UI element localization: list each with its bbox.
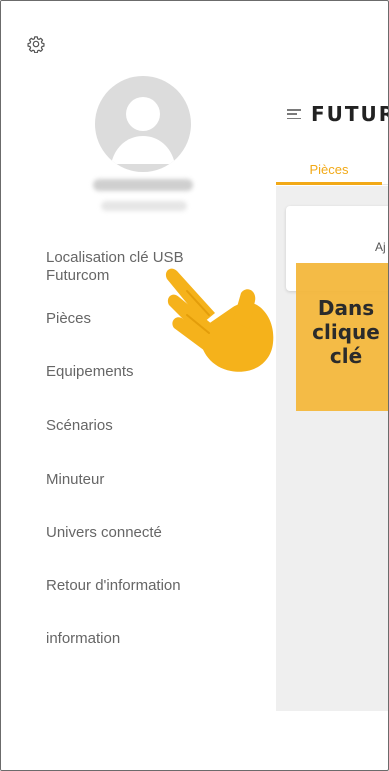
drawer-item-univers-connecte[interactable]: Univers connecté	[46, 524, 162, 542]
user-name-redacted	[93, 179, 193, 191]
help-tooltip-text: Dans clique clé	[312, 296, 380, 368]
gear-icon[interactable]	[27, 35, 45, 53]
hamburger-icon[interactable]	[287, 109, 301, 119]
app-header: FUTUR	[287, 102, 389, 126]
drawer-item-minuteur[interactable]: Minuteur	[46, 471, 104, 489]
drawer-item-scenarios[interactable]: Scénarios	[46, 417, 113, 435]
drawer-item-pieces[interactable]: Pièces	[46, 310, 91, 328]
pointing-hand-icon	[165, 268, 274, 372]
navigation-drawer: Localisation clé USB Futurcom Pièces Equ…	[1, 1, 276, 770]
user-email-redacted	[101, 201, 187, 211]
drawer-item-retour-information[interactable]: Retour d'information	[46, 577, 181, 595]
drawer-item-equipements[interactable]: Equipements	[46, 363, 134, 381]
user-avatar-icon[interactable]	[95, 76, 191, 172]
brand-logo: FUTUR	[311, 102, 389, 126]
drawer-item-information[interactable]: information	[46, 630, 120, 648]
tab-pieces[interactable]: Pièces	[276, 158, 382, 185]
tab-bar: Pièces	[276, 158, 388, 185]
app-screen: FUTUR Pièces Aj Dans clique clé Localisa…	[0, 0, 389, 771]
add-room-card-label: Aj	[375, 240, 386, 254]
